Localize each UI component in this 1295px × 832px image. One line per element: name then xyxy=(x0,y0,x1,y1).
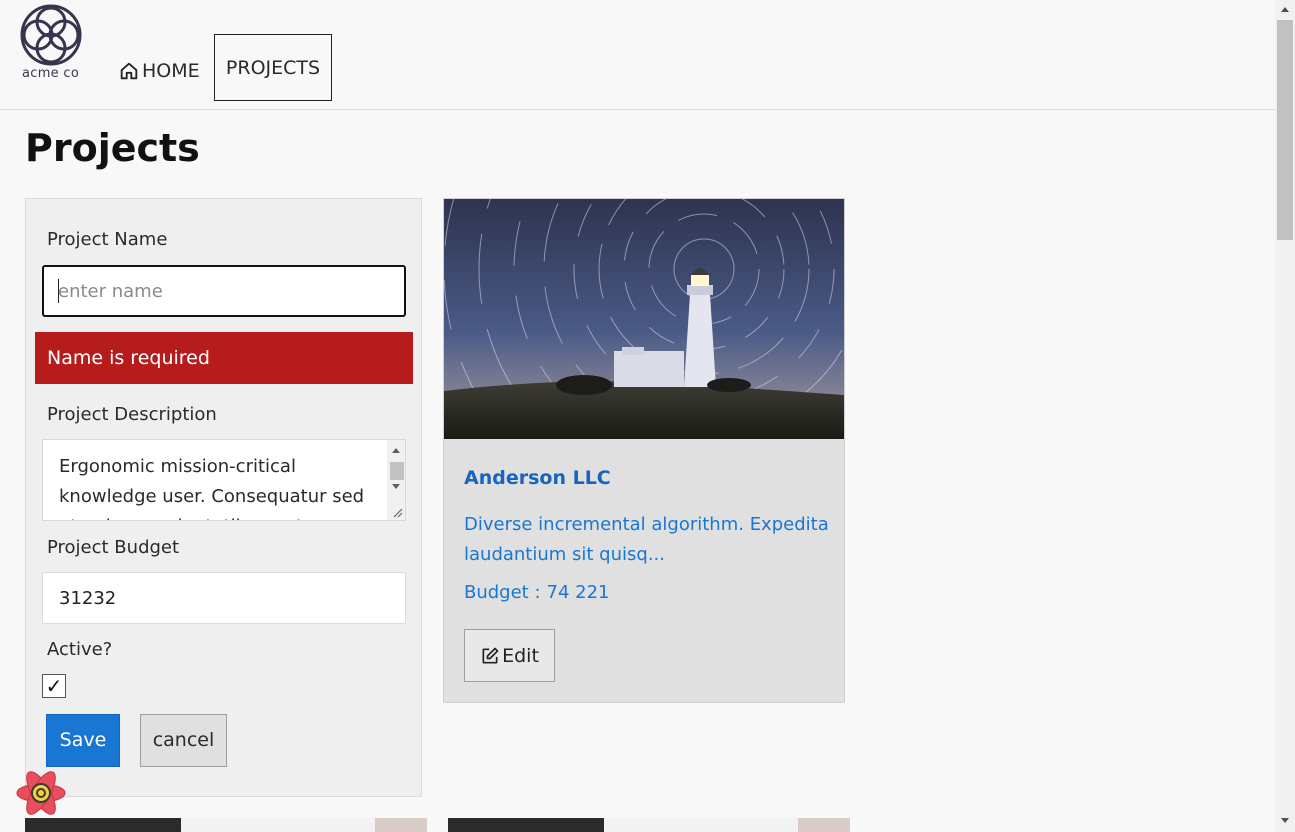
project-budget-input[interactable] xyxy=(42,572,406,624)
scroll-down-arrow-icon[interactable] xyxy=(1281,818,1289,823)
logo-text: acme co xyxy=(22,66,80,81)
edit-icon xyxy=(482,647,499,663)
partial-image-light xyxy=(181,818,375,832)
card-budget: Budget :74 221 xyxy=(464,582,610,603)
card-budget-label: Budget : xyxy=(464,582,541,603)
resize-grip-icon[interactable] xyxy=(393,508,403,518)
nav-projects-label: PROJECTS xyxy=(225,56,321,79)
active-label: Active? xyxy=(47,639,113,660)
scroll-up-arrow-icon[interactable] xyxy=(392,448,400,453)
card-budget-value: 74 221 xyxy=(546,582,610,603)
name-error-message: Name is required xyxy=(35,332,413,384)
project-image xyxy=(444,199,844,439)
page-scrollbar[interactable] xyxy=(1275,0,1295,832)
app-header: acme co HOME PROJECTS xyxy=(0,0,1275,110)
partial-image-right xyxy=(798,818,850,832)
page-scroll-thumb[interactable] xyxy=(1277,20,1293,240)
textarea-scroll-thumb[interactable] xyxy=(390,462,404,480)
project-description-textarea[interactable]: Ergonomic mission-critical knowledge use… xyxy=(42,439,406,521)
project-description-label: Project Description xyxy=(47,404,217,425)
nav-projects-link[interactable]: PROJECTS xyxy=(214,34,332,101)
card-description: Diverse incremental algorithm. Expedita … xyxy=(464,514,829,565)
project-name-input[interactable] xyxy=(42,265,406,317)
project-form: Project Name Name is required Project De… xyxy=(25,198,422,797)
nav-home-label: HOME xyxy=(142,60,200,82)
cancel-button[interactable]: cancel xyxy=(140,714,227,767)
save-button[interactable]: Save xyxy=(46,714,120,767)
project-card: Anderson LLC Diverse incremental algorit… xyxy=(443,198,845,703)
partial-image-right xyxy=(375,818,427,832)
card-title[interactable]: Anderson LLC xyxy=(464,467,611,489)
scroll-down-arrow-icon[interactable] xyxy=(392,484,400,489)
partial-image-dark xyxy=(25,818,181,832)
scroll-up-arrow-icon[interactable] xyxy=(1281,7,1289,12)
react-devtools-badge[interactable] xyxy=(14,768,68,818)
brand-logo[interactable]: acme co xyxy=(18,2,84,82)
nav-home-link[interactable]: HOME xyxy=(118,56,200,86)
page-title: Projects xyxy=(25,126,200,170)
lighthouse-photo xyxy=(444,199,844,439)
project-name-label: Project Name xyxy=(47,229,168,250)
project-card-partial xyxy=(25,818,427,832)
react-devtools-icon xyxy=(16,771,66,815)
project-budget-label: Project Budget xyxy=(47,537,180,558)
active-checkbox[interactable]: ✓ xyxy=(42,674,66,698)
description-text: Ergonomic mission-critical knowledge use… xyxy=(59,456,365,520)
edit-button[interactable]: Edit xyxy=(464,629,555,682)
partial-image-light xyxy=(604,818,798,832)
partial-image-dark xyxy=(448,818,604,832)
text-caret xyxy=(58,279,59,303)
project-card-partial xyxy=(448,818,850,832)
interlocking-circles-logo-icon xyxy=(20,4,82,66)
edit-button-label: Edit xyxy=(502,644,539,667)
home-icon xyxy=(120,62,138,80)
